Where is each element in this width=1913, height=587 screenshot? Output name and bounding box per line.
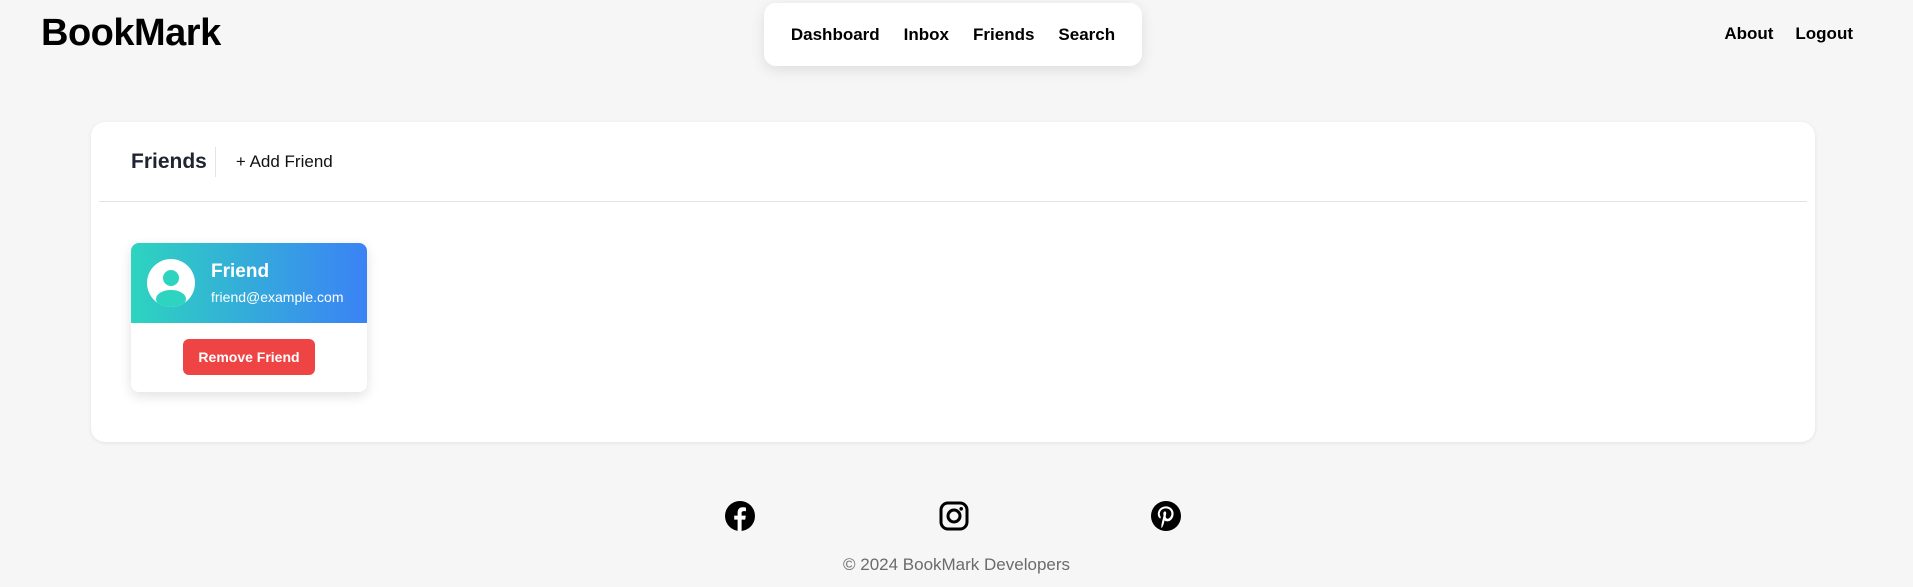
remove-friend-button[interactable]: Remove Friend	[183, 339, 315, 375]
main-nav: Dashboard Inbox Friends Search	[764, 3, 1142, 66]
friend-card: Friend friend@example.com Remove Friend	[131, 243, 367, 392]
avatar-icon	[147, 259, 195, 307]
instagram-icon[interactable]	[938, 500, 970, 532]
facebook-icon[interactable]	[724, 500, 756, 532]
nav-dashboard[interactable]: Dashboard	[791, 25, 880, 45]
pinterest-icon[interactable]	[1150, 500, 1182, 532]
friend-card-header: Friend friend@example.com	[131, 243, 367, 323]
panel-title: Friends	[131, 146, 216, 177]
aux-nav: About Logout	[1724, 24, 1853, 44]
friends-panel: Friends + Add Friend Friend friend@examp…	[91, 122, 1815, 442]
site-header: BookMark Dashboard Inbox Friends Search …	[0, 0, 1913, 80]
add-friend-button[interactable]: + Add Friend	[236, 152, 333, 172]
copyright-text: © 2024 BookMark Developers	[842, 555, 1071, 574]
nav-search[interactable]: Search	[1058, 25, 1115, 45]
friend-name: Friend	[211, 261, 270, 282]
nav-friends[interactable]: Friends	[973, 25, 1034, 45]
panel-header: Friends + Add Friend	[99, 122, 1807, 202]
brand-logo[interactable]: BookMark	[41, 12, 221, 55]
social-links	[0, 500, 1913, 532]
nav-about[interactable]: About	[1724, 24, 1773, 44]
friend-email: friend@example.com	[211, 289, 344, 305]
nav-inbox[interactable]: Inbox	[904, 25, 949, 45]
nav-logout[interactable]: Logout	[1795, 24, 1853, 44]
